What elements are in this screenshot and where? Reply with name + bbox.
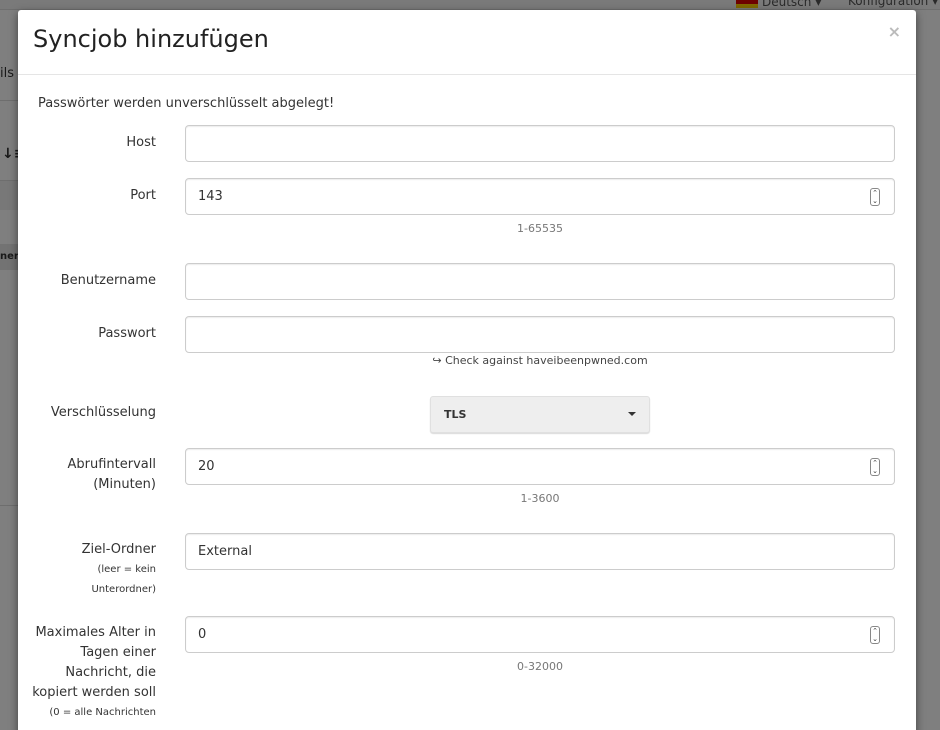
max-age-label-line4: kopiert werden soll: [32, 685, 156, 700]
max-age-label: Maximales Alter in Tagen einer Nachricht…: [32, 623, 156, 723]
port-value: 143: [198, 189, 223, 204]
interval-hint: 1-3600: [520, 492, 560, 505]
max-age-sub1: (0 = alle Nachrichten: [49, 707, 156, 718]
host-input[interactable]: [185, 125, 895, 162]
target-folder-sub2: Unterordner): [91, 584, 156, 595]
password-input[interactable]: [185, 316, 895, 353]
close-icon[interactable]: ×: [888, 22, 901, 42]
target-folder-label-text: Ziel-Ordner: [81, 542, 156, 557]
max-age-input[interactable]: 0 ⌃ ⌄: [185, 616, 895, 653]
max-age-label-line2: Tagen einer: [80, 645, 156, 660]
syncjob-modal: Syncjob hinzufügen × Passwörter werden u…: [18, 10, 916, 730]
host-label: Host: [126, 135, 156, 150]
port-hint: 1-65535: [517, 222, 563, 235]
port-input[interactable]: 143 ⌃ ⌄: [185, 178, 895, 215]
max-age-hint: 0-32000: [517, 660, 563, 673]
target-folder-label: Ziel-Ordner (leer = kein Unterordner): [82, 540, 156, 600]
interval-label-line2: (Minuten): [93, 477, 156, 492]
number-spinner-icon[interactable]: ⌃ ⌄: [870, 458, 880, 476]
pwned-check-link[interactable]: ↪ Check against haveibeenpwned.com: [185, 354, 895, 367]
redirect-arrow-icon: ↪: [432, 354, 442, 367]
password-label: Passwort: [98, 326, 156, 341]
modal-header: Syncjob hinzufügen ×: [18, 10, 916, 75]
username-label: Benutzername: [60, 273, 156, 288]
interval-input[interactable]: 20 ⌃ ⌄: [185, 448, 895, 485]
port-label: Port: [130, 188, 156, 203]
interval-value: 20: [198, 459, 215, 474]
encryption-label: Verschlüsselung: [50, 405, 156, 420]
encryption-selected-value: TLS: [444, 408, 467, 421]
interval-label: Abrufintervall (Minuten): [68, 455, 156, 495]
target-folder-sub1: (leer = kein: [97, 564, 156, 575]
max-age-label-line3: Nachricht, die: [65, 665, 156, 680]
username-input[interactable]: [185, 263, 895, 300]
number-spinner-icon[interactable]: ⌃ ⌄: [870, 626, 880, 644]
encryption-select[interactable]: TLS: [430, 396, 650, 433]
number-spinner-icon[interactable]: ⌃ ⌄: [870, 188, 880, 206]
pwned-check-label: Check against haveibeenpwned.com: [445, 354, 648, 367]
max-age-label-line1: Maximales Alter in: [35, 625, 156, 640]
password-notice: Passwörter werden unverschlüsselt abgele…: [38, 96, 335, 111]
caret-down-icon: [628, 412, 636, 416]
target-folder-input[interactable]: External: [185, 533, 895, 570]
max-age-value: 0: [198, 627, 207, 642]
interval-label-line1: Abrufintervall: [67, 457, 156, 472]
modal-title: Syncjob hinzufügen: [33, 25, 269, 53]
